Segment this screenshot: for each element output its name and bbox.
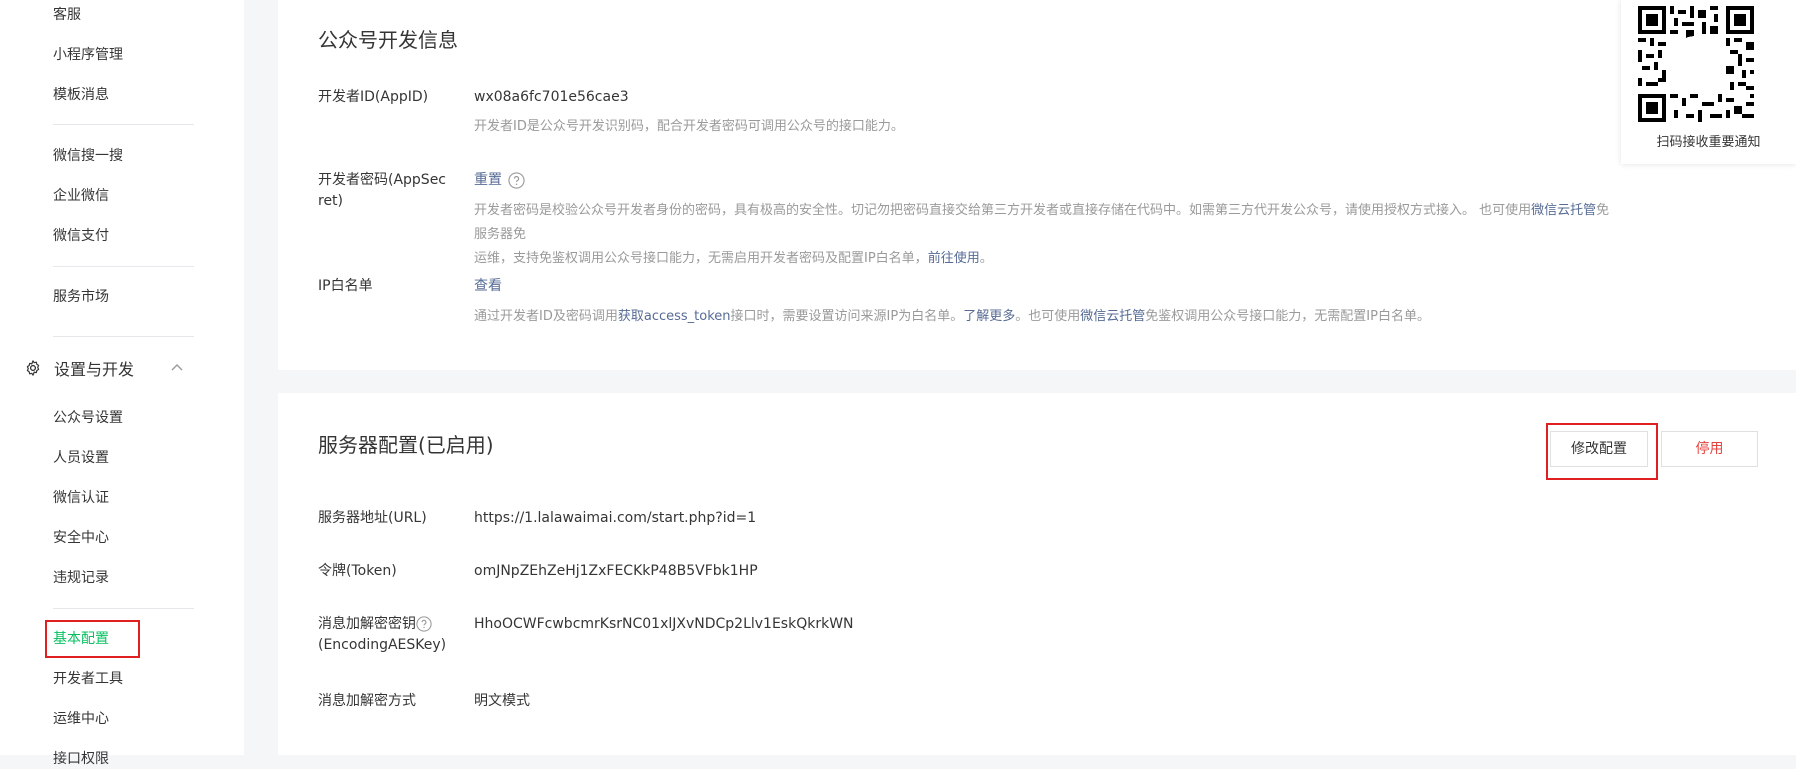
learn-more-link[interactable]: 了解更多 bbox=[963, 309, 1015, 324]
stop-button[interactable]: 停用 bbox=[1661, 431, 1758, 467]
appid-label: 开发者ID(AppID) bbox=[318, 89, 429, 105]
help-icon[interactable] bbox=[416, 616, 432, 632]
appsecret-desc-text: 开发者密码是校验公众号开发者身份的密码，具有极高的安全性。切记勿把密码直接交给第… bbox=[474, 203, 1532, 218]
access-token-link[interactable]: 获取access_token bbox=[618, 309, 731, 324]
appsecret-desc-text: 。 bbox=[979, 251, 993, 266]
ip-desc-text: 接口时，需要设置访问来源IP为白名单。 bbox=[730, 309, 964, 324]
sidebar-divider bbox=[53, 608, 194, 609]
sidebar-item-ops-center[interactable]: 运维中心 bbox=[53, 709, 109, 729]
sidebar-item-template-msg[interactable]: 模板消息 bbox=[53, 85, 109, 105]
sidebar-item-verification[interactable]: 微信认证 bbox=[53, 488, 109, 508]
go-use-link[interactable]: 前往使用 bbox=[928, 251, 980, 266]
sidebar-divider bbox=[53, 266, 194, 267]
sidebar-item-service-market[interactable]: 服务市场 bbox=[53, 287, 109, 307]
ip-whitelist-desc: 通过开发者ID及密码调用获取access_token接口时，需要设置访问来源IP… bbox=[474, 305, 1430, 329]
server-config-title: 服务器配置(已启用) bbox=[318, 433, 494, 457]
appsecret-label-line1: 开发者密码(AppSec bbox=[318, 172, 447, 188]
sidebar-item-member-settings[interactable]: 人员设置 bbox=[53, 448, 109, 468]
sidebar: 客服 小程序管理 模板消息 微信搜一搜 企业微信 微信支付 服务市场 设置与开发… bbox=[0, 0, 244, 767]
sidebar-item-api-permissions[interactable]: 接口权限 bbox=[53, 749, 109, 769]
dev-info-title: 公众号开发信息 bbox=[318, 28, 458, 52]
qr-code-icon bbox=[1638, 6, 1754, 122]
server-url-value: https://1.lalawaimai.com/start.php?id=1 bbox=[474, 510, 757, 526]
sidebar-section-settings[interactable]: 设置与开发 bbox=[24, 356, 194, 380]
appsecret-label: 开发者密码(AppSec ret) bbox=[318, 170, 446, 212]
highlight-box-basic-config bbox=[45, 620, 140, 658]
sidebar-item-security-center[interactable]: 安全中心 bbox=[53, 528, 109, 548]
ip-whitelist-label: IP白名单 bbox=[318, 278, 373, 294]
aes-key-label-text: 消息加解密密钥 bbox=[318, 616, 416, 632]
token-value: omJNpZEhZeHj1ZxFECKkP48B5VFbk1HP bbox=[474, 563, 758, 579]
qr-caption: 扫码接收重要通知 bbox=[1656, 135, 1761, 150]
dev-info-card: 公众号开发信息 开发者ID(AppID) wx08a6fc701e56cae3 … bbox=[278, 0, 1796, 370]
sidebar-item-customer-service[interactable]: 客服 bbox=[53, 5, 81, 25]
aes-key-label-line2: (EncodingAESKey) bbox=[318, 637, 447, 653]
appsecret-desc-text: 运维，支持免鉴权调用公众号接口能力，无需启用开发者密码及配置IP白名单， bbox=[474, 251, 928, 266]
server-url-label: 服务器地址(URL) bbox=[318, 510, 427, 526]
ip-desc-text: 通过开发者ID及密码调用 bbox=[474, 309, 618, 324]
qr-notice-box: 扫码接收重要通知 bbox=[1621, 0, 1796, 164]
ip-whitelist-view-link-wrap: 查看 bbox=[474, 276, 502, 296]
token-label: 令牌(Token) bbox=[318, 563, 397, 579]
sidebar-item-miniprogram[interactable]: 小程序管理 bbox=[53, 45, 123, 65]
chevron-up-icon bbox=[171, 364, 183, 371]
wx-cloud-hosting-link-2[interactable]: 微信云托管 bbox=[1080, 309, 1145, 324]
sidebar-divider bbox=[53, 336, 194, 337]
encrypt-mode-value: 明文模式 bbox=[474, 693, 530, 709]
sidebar-item-wechat-pay[interactable]: 微信支付 bbox=[53, 226, 109, 246]
sidebar-item-dev-tools[interactable]: 开发者工具 bbox=[53, 669, 123, 689]
ip-whitelist-view-link[interactable]: 查看 bbox=[474, 278, 502, 294]
reset-secret-link[interactable]: 重置 bbox=[474, 172, 502, 188]
sidebar-section-label: 设置与开发 bbox=[54, 360, 135, 379]
help-icon[interactable] bbox=[508, 171, 525, 189]
sidebar-divider bbox=[53, 124, 194, 125]
appsecret-desc: 开发者密码是校验公众号开发者身份的密码，具有极高的安全性。切记勿把密码直接交给第… bbox=[474, 199, 1614, 271]
sidebar-item-wechat-search[interactable]: 微信搜一搜 bbox=[53, 146, 123, 166]
highlight-box-edit-config bbox=[1546, 423, 1658, 480]
appsecret-actions: 重置 bbox=[474, 170, 525, 190]
appid-value: wx08a6fc701e56cae3 bbox=[474, 89, 629, 105]
wx-cloud-hosting-link[interactable]: 微信云托管 bbox=[1531, 203, 1596, 218]
sidebar-item-violations[interactable]: 违规记录 bbox=[53, 568, 109, 588]
aes-key-value: HhoOCWFcwbcmrKsrNC01xlJXvNDCp2Llv1EskQkr… bbox=[474, 616, 854, 632]
encrypt-mode-label: 消息加解密方式 bbox=[318, 693, 416, 709]
server-config-card: 服务器配置(已启用) 修改配置 停用 服务器地址(URL) https://1.… bbox=[278, 393, 1796, 755]
appsecret-label-line2: ret) bbox=[318, 193, 344, 209]
aes-key-label-line1: 消息加解密密钥 bbox=[318, 614, 446, 635]
ip-desc-text: 免鉴权调用公众号接口能力，无需配置IP白名单。 bbox=[1145, 309, 1430, 324]
aes-key-label: 消息加解密密钥 (EncodingAESKey) bbox=[318, 614, 446, 656]
gear-icon bbox=[26, 360, 40, 376]
sidebar-item-wecom[interactable]: 企业微信 bbox=[53, 186, 109, 206]
sidebar-item-account-settings[interactable]: 公众号设置 bbox=[53, 408, 123, 428]
appid-desc: 开发者ID是公众号开发识别码，配合开发者密码可调用公众号的接口能力。 bbox=[474, 119, 904, 134]
ip-desc-text: 。也可使用 bbox=[1015, 309, 1081, 324]
